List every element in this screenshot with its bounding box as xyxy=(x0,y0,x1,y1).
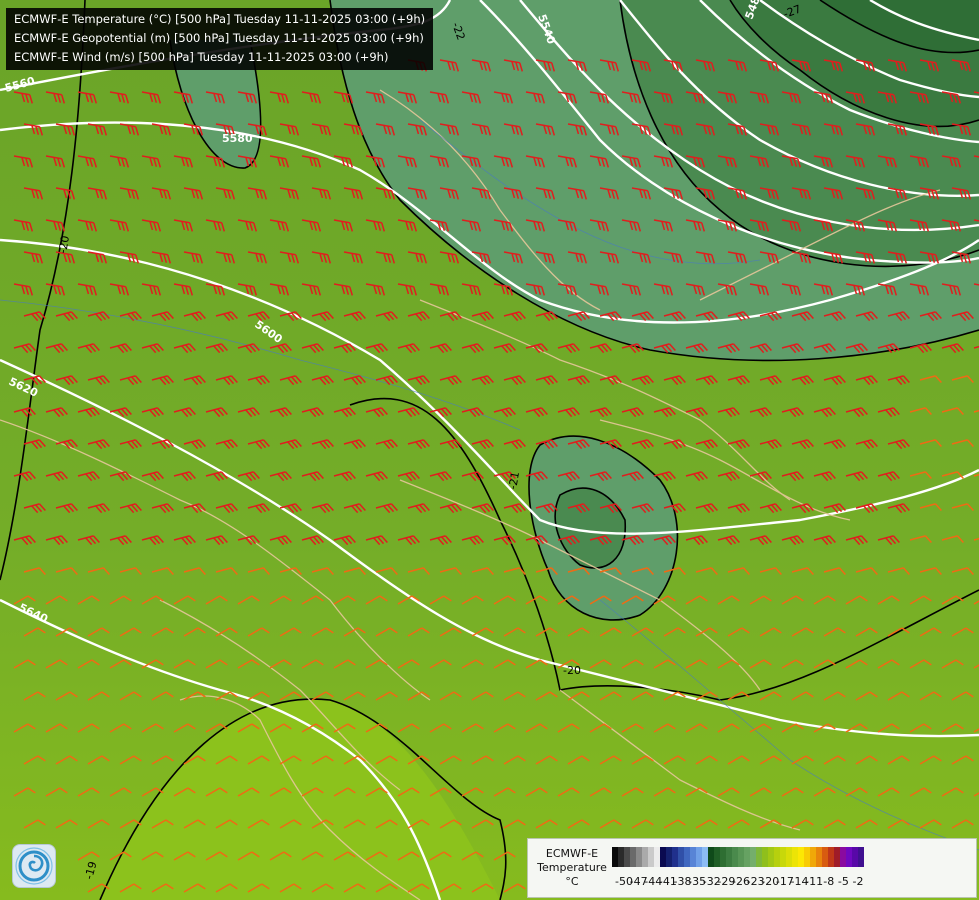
legend-title: ECMWF-E Temperature °C xyxy=(537,847,607,888)
legend-tick-label: -11 xyxy=(805,875,824,888)
legend-color-scale xyxy=(612,847,864,867)
weather-map: -22 -27 -21 -20 -19 -20 5540 5480 5560 5… xyxy=(0,0,979,900)
temperature-label: -20 xyxy=(563,664,581,677)
legend-tick-label: -2 xyxy=(852,875,864,888)
map-title-box: ECMWF-E Temperature (°C) [500 hPa] Tuesd… xyxy=(6,8,434,70)
legend-tick-label: -8 xyxy=(823,875,835,888)
swirl-icon xyxy=(15,847,53,885)
legend-tick-label: -5 xyxy=(837,875,849,888)
geopotential-title: ECMWF-E Geopotential (m) [500 hPa] Tuesd… xyxy=(14,31,424,45)
geopotential-label: 5580 xyxy=(222,132,253,145)
temperature-title: ECMWF-E Temperature (°C) [500 hPa] Tuesd… xyxy=(14,12,426,26)
legend-swatch xyxy=(858,847,864,867)
ecmwf-logo-icon xyxy=(12,844,56,888)
wind-title: ECMWF-E Wind (m/s) [500 hPa] Tuesday 11-… xyxy=(14,50,389,64)
temperature-legend: ECMWF-E Temperature °C -50 -47 -44 -41 -38 -3… xyxy=(527,838,977,898)
